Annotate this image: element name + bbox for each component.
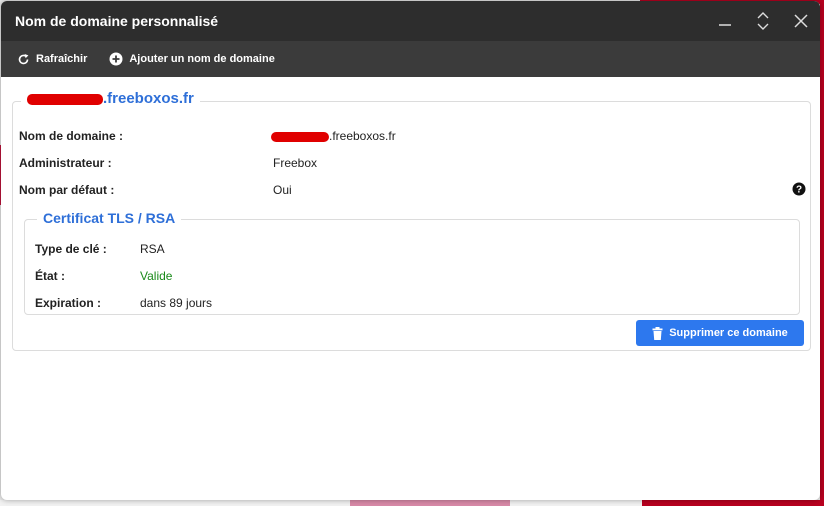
delete-domain-label: Supprimer ce domaine	[669, 327, 788, 339]
status-valid: Valide	[140, 269, 173, 283]
field-value: dans 89 jours	[140, 296, 213, 310]
field-label: État :	[35, 269, 65, 283]
field-value: RSA	[140, 242, 165, 256]
add-domain-button[interactable]: Ajouter un nom de domaine	[109, 52, 275, 66]
close-icon	[794, 14, 808, 28]
domain-legend: .freeboxos.fr	[21, 90, 200, 107]
field-value: Freebox	[273, 156, 318, 170]
minimize-icon	[719, 24, 731, 26]
minimize-button[interactable]	[706, 1, 744, 41]
expand-icon	[757, 12, 769, 30]
close-button[interactable]	[782, 1, 820, 41]
trash-icon	[652, 326, 663, 340]
certificate-legend: Certificat TLS / RSA	[37, 210, 182, 226]
field-label: Nom de domaine :	[19, 129, 124, 143]
field-label: Type de clé :	[35, 242, 107, 256]
domain-panel: .freeboxos.fr Nom de domaine : .freeboxo…	[12, 90, 811, 351]
maximize-button[interactable]	[744, 1, 782, 41]
window-title: Nom de domaine personnalisé	[15, 13, 219, 29]
field-label: Nom par défaut :	[19, 183, 115, 197]
window-controls	[706, 1, 820, 41]
plus-circle-icon	[109, 52, 123, 66]
refresh-icon	[18, 53, 29, 64]
field-label: Expiration :	[35, 296, 102, 310]
background-fragment	[642, 500, 824, 506]
refresh-button[interactable]: Rafraîchir	[17, 53, 87, 66]
background-fragment	[820, 0, 824, 506]
delete-domain-button[interactable]: Supprimer ce domaine	[636, 320, 804, 346]
certificate-panel: Certificat TLS / RSA Type de clé : RSA É…	[24, 210, 800, 315]
svg-text:?: ?	[796, 185, 802, 196]
toolbar: Rafraîchir Ajouter un nom de domaine	[1, 41, 820, 77]
field-value: Oui	[273, 183, 292, 197]
redaction-mark	[271, 131, 329, 142]
help-icon: ?	[792, 182, 806, 196]
title-bar[interactable]: Nom de domaine personnalisé	[1, 1, 820, 41]
domain-legend-suffix: .freeboxos.fr	[103, 90, 194, 107]
redaction-mark	[27, 93, 103, 105]
refresh-label: Rafraîchir	[36, 53, 88, 65]
help-button[interactable]: ?	[792, 182, 806, 199]
add-domain-label: Ajouter un nom de domaine	[129, 53, 275, 65]
domain-dialog: Nom de domaine personnalisé Rafraîchir A…	[1, 1, 820, 500]
domain-name-suffix: .freeboxos.fr	[329, 129, 396, 143]
field-label: Administrateur :	[19, 156, 112, 170]
background-fragment	[350, 500, 510, 506]
field-value: .freeboxos.fr	[271, 129, 396, 143]
